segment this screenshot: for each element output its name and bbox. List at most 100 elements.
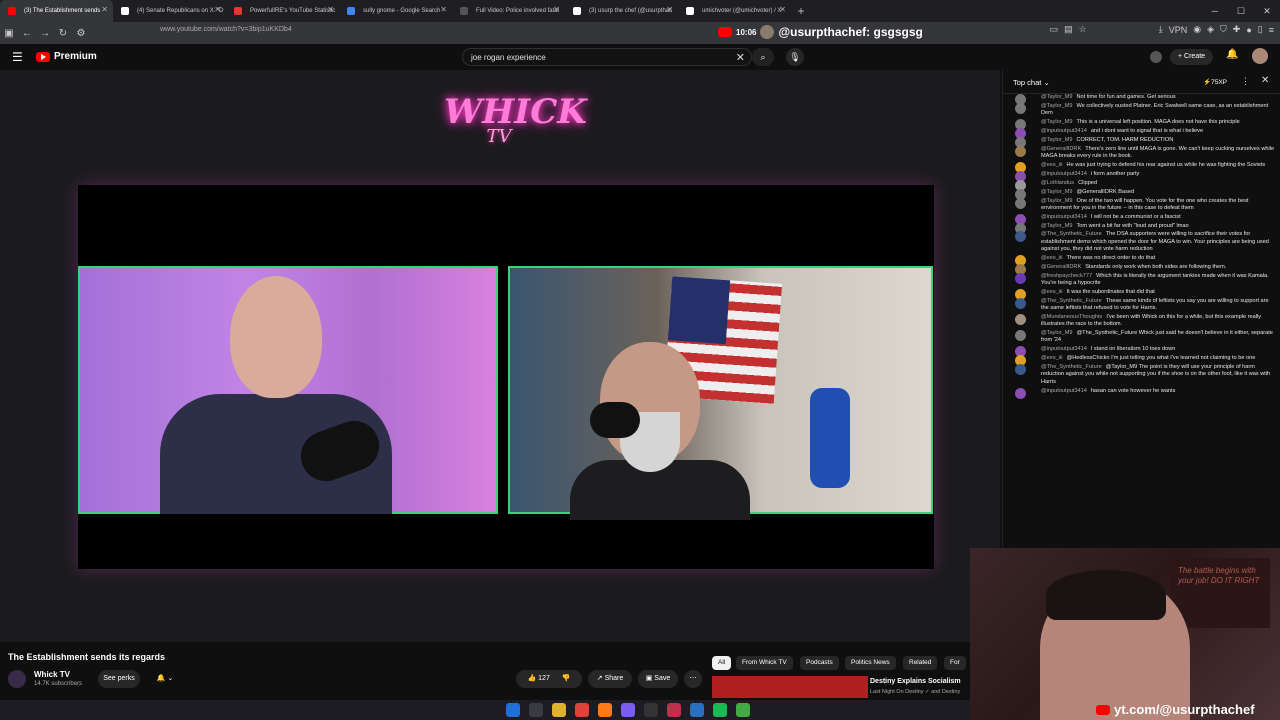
chip-item[interactable]: Podcasts [800,656,839,670]
chat-avatar[interactable] [1015,145,1026,157]
share-button[interactable]: ↗ Share [588,670,632,688]
see-perks-button[interactable]: See perks [98,670,140,688]
chat-author[interactable]: @Taylor_M9 [1041,198,1072,204]
chat-author[interactable]: @ees_iii [1041,355,1063,361]
chip-item[interactable]: Politics News [845,656,896,670]
chat-author[interactable]: @Taylor_M9 [1041,223,1072,229]
new-tab-button[interactable]: + [791,4,811,18]
vscode-icon[interactable] [690,703,704,717]
channel-name[interactable]: Whick TV [34,670,70,679]
chat-author[interactable]: @Lothlandus [1041,180,1074,186]
youtube-premium-logo[interactable]: Premium [36,51,97,62]
maximize-icon[interactable]: ☐ [1228,0,1254,22]
spotify-icon[interactable] [713,703,727,717]
user-avatar[interactable] [1252,48,1268,64]
chat-avatar[interactable] [1015,387,1026,399]
hamburger-menu-icon[interactable]: ☰ [12,50,23,64]
browser-tab[interactable]: (4) Senate Republicans on X: "D ✕ [113,0,226,22]
discord-icon[interactable] [621,703,635,717]
chat-author[interactable]: @freshpaycheck777 [1041,273,1092,279]
chat-author[interactable]: @GenerallIDRK [1041,264,1081,270]
close-window-icon[interactable]: ✕ [1254,0,1280,22]
chat-author[interactable]: @MundaneousThoughts [1041,314,1102,320]
download-icon[interactable]: ⤓ [1159,24,1163,35]
chip-item[interactable]: All [712,656,732,670]
related-video-thumbnail[interactable] [712,676,868,698]
browser-tab[interactable]: (3) The Establishment sends ✕ [0,0,113,22]
chat-author[interactable]: @Taylor_M9 [1041,103,1072,109]
file-icon[interactable] [529,703,543,717]
chat-author[interactable]: @Taylor_M9 [1041,330,1072,336]
clear-search-icon[interactable]: ✕ [736,51,745,64]
top-chat-dropdown[interactable]: Top chat ⌄ [1013,78,1050,87]
chat-author[interactable]: @The_Synthetic_Future [1041,298,1102,304]
menu-icon[interactable]: ≡ [1269,25,1274,35]
shield-icon[interactable]: ⛉ [1220,24,1227,35]
chat-author[interactable]: @ees_iii [1041,289,1063,295]
chat-avatar[interactable] [1015,364,1026,376]
browser-tab[interactable]: sully gnome - Google Search ✕ [339,0,452,22]
xp-badge[interactable]: ⚡75XP [1203,78,1227,86]
app-icon[interactable] [667,703,681,717]
chat-avatar[interactable] [1015,330,1026,342]
vpn-button[interactable]: VPN [1169,25,1188,35]
save-button[interactable]: ▣ Save [638,670,678,688]
obs-icon[interactable] [644,703,658,717]
search-button[interactable]: ⌕ [752,48,774,66]
close-chat-icon[interactable]: ✕ [1261,75,1269,86]
site-info-icon[interactable]: ⚙ [72,28,90,39]
firefox-icon[interactable] [598,703,612,717]
close-tab-icon[interactable]: ✕ [666,5,673,14]
folder-icon[interactable] [552,703,566,717]
chat-author[interactable]: @Taylor_M9 [1041,119,1072,125]
chat-author[interactable]: @ees_iii [1041,162,1063,168]
close-tab-icon[interactable]: ✕ [101,5,108,14]
voice-search-button[interactable]: 🎙 [786,48,804,66]
chip-item[interactable]: Related [903,656,938,670]
chat-author[interactable]: @The_Synthetic_Future [1041,231,1102,237]
channel-avatar[interactable] [8,670,26,688]
chat-author[interactable]: @Taylor_M9 [1041,137,1072,143]
back-icon[interactable]: ← [18,28,36,39]
cast-icon[interactable] [1150,51,1162,63]
related-video-title[interactable]: Destiny Explains Socialism [870,678,961,685]
chat-avatar[interactable] [1015,297,1026,309]
chat-avatar[interactable] [1015,272,1026,284]
chip-item[interactable]: From Whick TV [736,656,793,670]
close-tab-icon[interactable]: ✕ [214,5,221,14]
chat-author[interactable]: @inputoutput3414 [1041,128,1087,134]
close-tab-icon[interactable]: ✕ [553,5,560,14]
screenshot-icon[interactable]: ▭ [1050,24,1059,35]
notification-bell-button[interactable]: 🔔 ⌄ [148,670,182,688]
puzzle-icon[interactable]: ✚ [1233,24,1241,35]
bookmark-star-icon[interactable]: ☆ [1079,24,1087,35]
notifications-bell-icon[interactable]: 🔔 [1226,49,1238,60]
chip-item[interactable]: For [944,656,966,670]
reader-icon[interactable]: ▤ [1064,24,1073,35]
chat-avatar[interactable] [1015,102,1026,114]
wallet-icon[interactable]: ◉ [1193,24,1201,35]
chat-author[interactable]: @inputoutput3414 [1041,388,1087,394]
close-tab-icon[interactable]: ✕ [440,5,447,14]
browser-tab[interactable]: Full Video: Police involved fatal ✕ [452,0,565,22]
profile-icon[interactable]: ● [1246,25,1251,35]
chat-avatar[interactable] [1015,314,1026,325]
sidebar-toggle-icon[interactable]: ▣ [0,28,18,39]
chat-author[interactable]: @Taylor_M9 [1041,94,1072,100]
chat-avatar[interactable] [1015,231,1026,243]
chat-author[interactable]: @inputoutput3414 [1041,214,1087,220]
start-icon[interactable] [506,703,520,717]
chrome-icon[interactable] [575,703,589,717]
terminal-icon[interactable] [736,703,750,717]
chat-author[interactable]: @inputoutput3414 [1041,171,1087,177]
browser-tab[interactable]: (3) usurp the chef (@usurpthac ✕ [565,0,678,22]
chat-author[interactable]: @inputoutput3414 [1041,346,1087,352]
browser-tab[interactable]: PowerfulIRE's YouTube Statistic ✕ [226,0,339,22]
chat-author[interactable]: @ees_iii [1041,255,1063,261]
url-field[interactable]: www.youtube.com/watch?v=3bip1uKKDb4 [160,26,292,33]
search-input[interactable]: joe rogan experience ✕ [462,48,752,66]
sidebar-icon[interactable]: ▯ [1258,24,1263,35]
chat-author[interactable]: @GenerallIDRK [1041,146,1081,152]
chat-author[interactable]: @Taylor_M9 [1041,189,1072,195]
like-icon[interactable]: 👍 [527,675,536,682]
